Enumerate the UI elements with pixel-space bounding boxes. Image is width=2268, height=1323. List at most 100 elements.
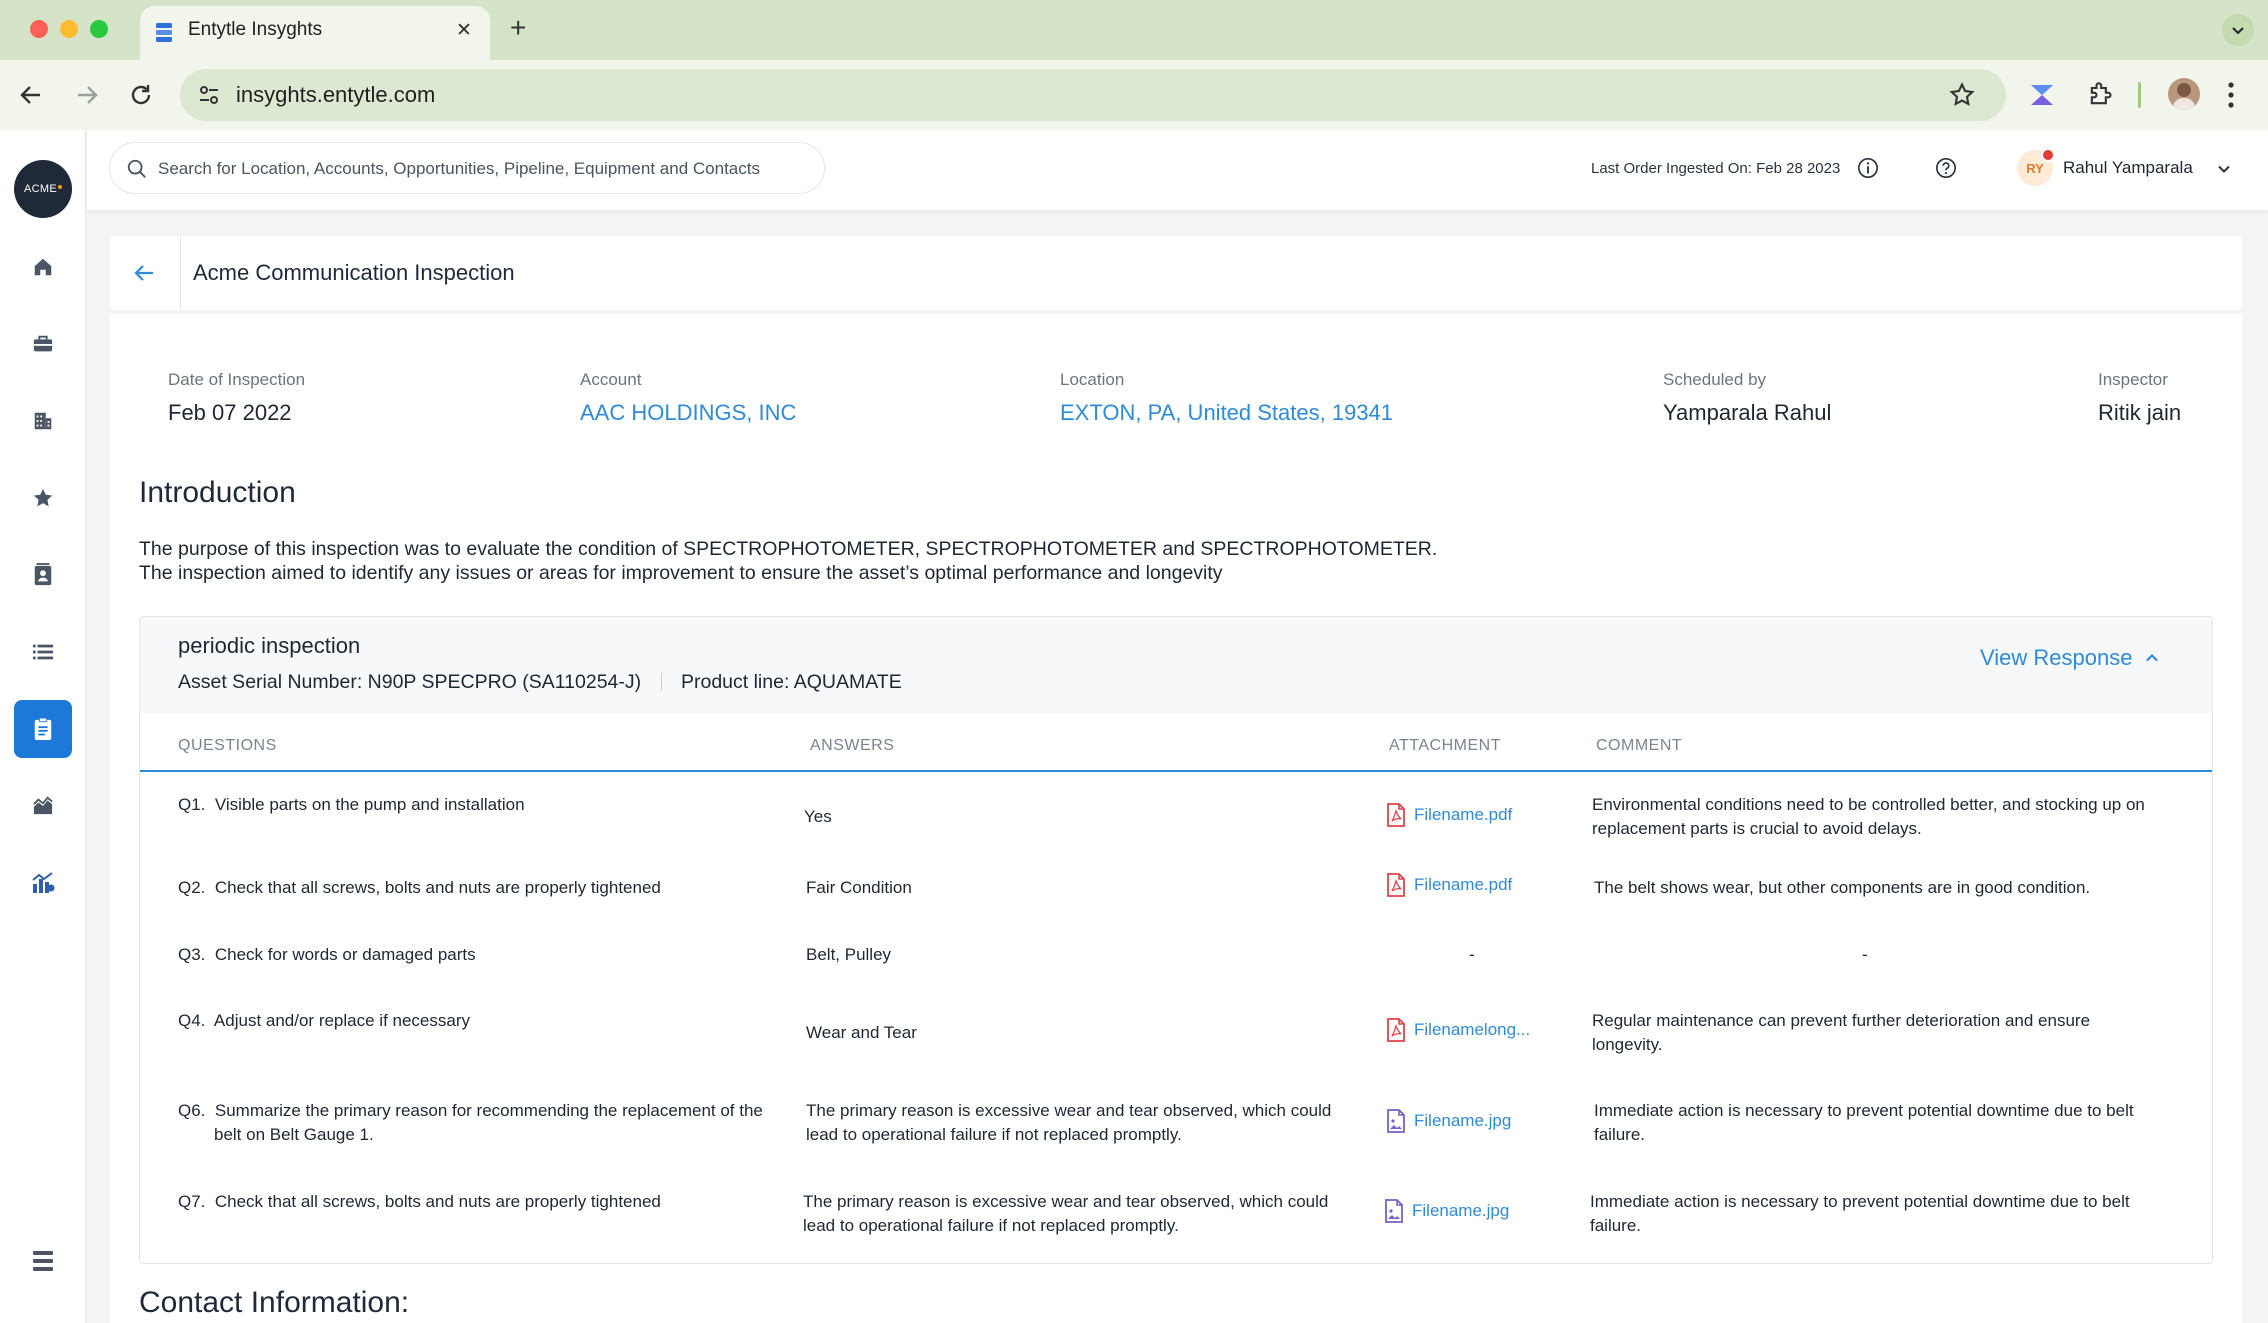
logo-text: ACME: [24, 183, 57, 195]
table-row-comment: -: [1862, 945, 1868, 964]
attachment-filename[interactable]: Filename.jpg: [1414, 1111, 1511, 1131]
inspection-content: Date of Inspection Feb 07 2022 Account A…: [110, 314, 2242, 1323]
app-top-bar: Search for Location, Accounts, Opportuni…: [87, 130, 2268, 210]
toolbar-divider: [2138, 82, 2141, 108]
close-tab-icon[interactable]: ✕: [456, 19, 472, 42]
bookmark-star-icon[interactable]: [1948, 81, 1976, 109]
sidebar-item-menu[interactable]: [14, 1232, 72, 1290]
search-placeholder: Search for Location, Accounts, Opportuni…: [158, 159, 760, 178]
panel-header: periodic inspection Asset Serial Number:…: [140, 617, 2212, 713]
attachment-link[interactable]: Filename.pdf: [1386, 873, 1512, 897]
scheduled-by-label: Scheduled by: [1663, 370, 1767, 389]
browser-tab[interactable]: Entytle Insyghts ✕: [140, 6, 490, 60]
attachment-filename[interactable]: Filenamelong...: [1414, 1020, 1530, 1040]
global-search-input[interactable]: Search for Location, Accounts, Opportuni…: [109, 142, 825, 194]
introduction-text-line-1: The purpose of this inspection was to ev…: [139, 538, 1438, 560]
sidebar-item-pipeline[interactable]: [14, 777, 72, 835]
tab-title: Entytle Insyghts: [188, 19, 323, 40]
user-menu-chevron-icon[interactable]: [2217, 162, 2231, 176]
extension-logo-icon[interactable]: [2028, 82, 2056, 108]
attachment-link[interactable]: Filenamelong...: [1386, 1018, 1530, 1042]
search-icon: [126, 158, 148, 180]
question-text: Visible parts on the pump and installati…: [214, 795, 525, 814]
back-arrow-icon[interactable]: [18, 82, 44, 108]
question-number: Q6.: [178, 1101, 206, 1120]
table-row-answer: Belt, Pulley: [806, 945, 892, 964]
user-name[interactable]: Rahul Yamparala: [2063, 158, 2193, 178]
sidebar-item-home[interactable]: [14, 238, 72, 296]
image-file-icon: [1386, 1109, 1406, 1133]
sidebar-item-reports[interactable]: [14, 854, 72, 912]
reload-icon[interactable]: [128, 82, 154, 108]
sidebar-item-favorites[interactable]: [14, 469, 72, 527]
browser-tab-strip: Entytle Insyghts ✕ +: [0, 0, 2268, 60]
new-tab-button[interactable]: +: [510, 12, 526, 44]
chevron-up-icon: [2144, 650, 2160, 666]
page-header: Acme Communication Inspection: [110, 236, 2242, 310]
user-avatar[interactable]: RY: [2017, 148, 2055, 186]
question-text: Check for words or damaged parts: [214, 945, 476, 964]
last-order-ingested: Last Order Ingested On: Feb 28 2023: [1591, 160, 1841, 177]
attachment-link[interactable]: Filename.jpg: [1384, 1199, 1509, 1223]
table-row-answer: Yes: [804, 807, 832, 826]
back-arrow-icon[interactable]: [132, 261, 156, 285]
tab-search-chevron-icon[interactable]: [2222, 14, 2254, 46]
table-row-answer: The primary reason is excessive wear and…: [806, 1101, 1332, 1144]
forward-arrow-icon[interactable]: [74, 82, 100, 108]
column-header-comment: COMMENT: [1596, 737, 1683, 754]
sidebar-item-opportunities[interactable]: [14, 315, 72, 373]
maximize-window-button[interactable]: [90, 20, 108, 38]
sidebar-item-contacts[interactable]: [14, 546, 72, 604]
location-link[interactable]: EXTON, PA, United States, 19341: [1060, 400, 1393, 426]
column-header-answers: ANSWERS: [810, 737, 895, 754]
profile-avatar[interactable]: [2168, 78, 2200, 110]
url-text[interactable]: insyghts.entytle.com: [236, 82, 435, 108]
attachment-link[interactable]: Filename.pdf: [1386, 803, 1512, 827]
attachment-filename[interactable]: Filename.jpg: [1412, 1201, 1509, 1221]
close-window-button[interactable]: [30, 20, 48, 38]
asset-serial-number: Asset Serial Number: N90P SPECPRO (SA110…: [178, 671, 642, 693]
home-icon: [32, 256, 54, 278]
question-number: Q1.: [178, 795, 206, 814]
attachment-filename[interactable]: Filename.pdf: [1414, 805, 1512, 825]
browser-menu-icon[interactable]: [2226, 80, 2236, 110]
pipeline-icon: [32, 796, 54, 816]
table-row-question: Q6. Summarize the primary reason for rec…: [178, 1099, 768, 1147]
extensions-puzzle-icon[interactable]: [2086, 81, 2114, 109]
star-icon: [32, 487, 54, 509]
table-header-underline: [140, 770, 2212, 772]
acme-logo[interactable]: ACME: [14, 160, 72, 218]
asset-info: Asset Serial Number: N90P SPECPRO (SA110…: [178, 671, 902, 694]
account-link[interactable]: AAC HOLDINGS, INC: [580, 400, 796, 426]
column-header-attachment: ATTACHMENT: [1389, 737, 1501, 754]
column-header-questions: QUESTIONS: [178, 737, 277, 754]
browser-toolbar: insyghts.entytle.com: [0, 60, 2268, 130]
attachment-filename[interactable]: Filename.pdf: [1414, 875, 1512, 895]
view-response-toggle[interactable]: View Response: [1980, 645, 2160, 671]
attachment-link[interactable]: Filename.jpg: [1386, 1109, 1511, 1133]
minimize-window-button[interactable]: [60, 20, 78, 38]
site-settings-icon[interactable]: [198, 84, 220, 106]
question-text: Adjust and/or replace if necessary: [213, 1011, 471, 1030]
help-icon[interactable]: [1935, 157, 1957, 179]
sidebar-item-accounts[interactable]: [14, 392, 72, 450]
location-label: Location: [1060, 370, 1125, 389]
view-response-label: View Response: [1980, 645, 2133, 670]
question-number: Q7.: [178, 1192, 206, 1211]
table-row-comment: Immediate action is necessary to prevent…: [1590, 1192, 2130, 1235]
briefcase-icon: [32, 333, 54, 355]
info-icon[interactable]: [1857, 157, 1879, 179]
question-text: Check that all screws, bolts and nuts ar…: [214, 878, 661, 897]
inspector-value: Ritik jain: [2098, 400, 2182, 425]
page-title: Acme Communication Inspection: [193, 260, 515, 285]
list-icon: [32, 642, 54, 662]
sidebar-item-list[interactable]: [14, 623, 72, 681]
table-row-question: Q4. Adjust and/or replace if necessary: [178, 1009, 768, 1033]
sidebar-item-inspections[interactable]: [14, 700, 72, 758]
table-row-comment: The belt shows wear, but other component…: [1594, 878, 2091, 897]
question-number: Q2.: [178, 878, 206, 897]
address-bar[interactable]: insyghts.entytle.com: [180, 69, 2006, 121]
header-divider: [180, 236, 181, 310]
sidebar: ACME: [0, 130, 86, 1323]
question-text: Check that all screws, bolts and nuts ar…: [214, 1192, 661, 1211]
